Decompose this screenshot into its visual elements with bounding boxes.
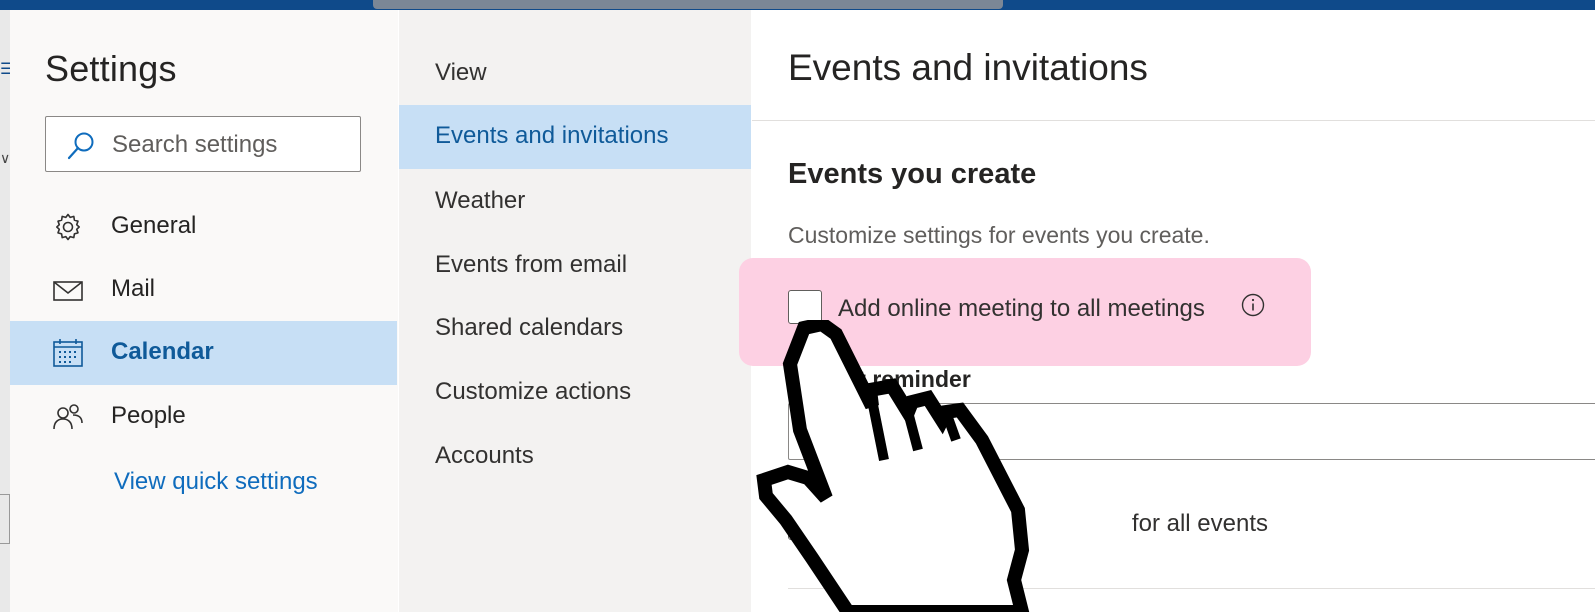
subnav-item-accounts[interactable]: Accounts: [399, 425, 751, 489]
nav-item-mail[interactable]: Mail: [10, 258, 397, 322]
chevron-icon: ∨: [0, 150, 11, 166]
section-description: Customize settings for events you create…: [788, 222, 1210, 248]
subnav-label-events-and-invitations: Events and invitations: [435, 122, 669, 149]
hamburger-icon[interactable]: ☰: [0, 62, 14, 78]
mail-icon: [53, 281, 83, 301]
calendar-icon: [53, 339, 83, 367]
section-divider: [788, 588, 1595, 589]
default-reminder-label: Default reminder: [788, 366, 971, 392]
online-meeting-checkbox[interactable]: [788, 290, 822, 324]
app-top-bar: [0, 0, 1595, 10]
search-settings-box[interactable]: [45, 116, 361, 172]
subnav-label-events-from-email: Events from email: [435, 251, 628, 278]
nav-item-calendar[interactable]: Calendar: [10, 321, 397, 385]
subnav-item-events-from-email[interactable]: Events from email: [399, 234, 751, 298]
gear-icon: [56, 213, 80, 241]
subnav-item-shared-calendars[interactable]: Shared calendars: [399, 297, 751, 361]
background-box: [0, 494, 10, 544]
view-quick-settings-link[interactable]: View quick settings: [114, 468, 318, 496]
subnav-item-weather[interactable]: Weather: [399, 170, 751, 234]
search-settings-input[interactable]: [110, 129, 354, 161]
people-icon: [53, 404, 83, 430]
subnav-item-events-and-invitations[interactable]: Events and invitations: [399, 105, 751, 169]
settings-title: Settings: [45, 48, 177, 89]
all-events-label[interactable]: for all events: [838, 510, 1268, 538]
search-icon: [67, 132, 94, 160]
nav-label-calendar: Calendar: [111, 338, 214, 365]
subnav-label-shared-calendars: Shared calendars: [435, 314, 624, 341]
subnav-label-accounts: Accounts: [435, 442, 534, 469]
background-app-strip: ☰ ∨: [0, 10, 14, 612]
events-settings-pane: Events and invitations Events you create…: [739, 10, 1595, 612]
nav-label-mail: Mail: [111, 275, 156, 302]
section-title: Events you create: [788, 158, 1037, 190]
default-reminder-dropdown[interactable]: 15 minutes: [788, 403, 1595, 460]
subnav-item-view[interactable]: View: [399, 42, 751, 106]
page-title: Events and invitations: [788, 47, 1148, 88]
subnav-label-customize-actions: Customize actions: [435, 378, 632, 405]
settings-nav-pane: Settings General Mail: [10, 10, 398, 612]
subnav-label-view: View: [435, 59, 487, 86]
top-search-bar[interactable]: [373, 0, 1003, 9]
nav-label-people: People: [111, 402, 186, 429]
nav-item-general[interactable]: General: [10, 195, 397, 259]
online-meeting-label[interactable]: Add online meeting to all meetings: [838, 295, 1205, 323]
calendar-subnav-pane: View Events and invitations Weather Even…: [399, 10, 751, 612]
nav-label-general: General: [111, 212, 197, 239]
subnav-label-weather: Weather: [435, 187, 526, 214]
all-events-checkbox[interactable]: [788, 506, 822, 540]
settings-dialog: Settings General Mail: [10, 10, 1595, 612]
default-reminder-value: 15 minutes: [805, 418, 923, 445]
nav-item-people[interactable]: People: [10, 385, 397, 449]
header-divider: [752, 120, 1595, 121]
subnav-item-customize-actions[interactable]: Customize actions: [399, 361, 751, 425]
info-icon[interactable]: [1241, 293, 1265, 317]
